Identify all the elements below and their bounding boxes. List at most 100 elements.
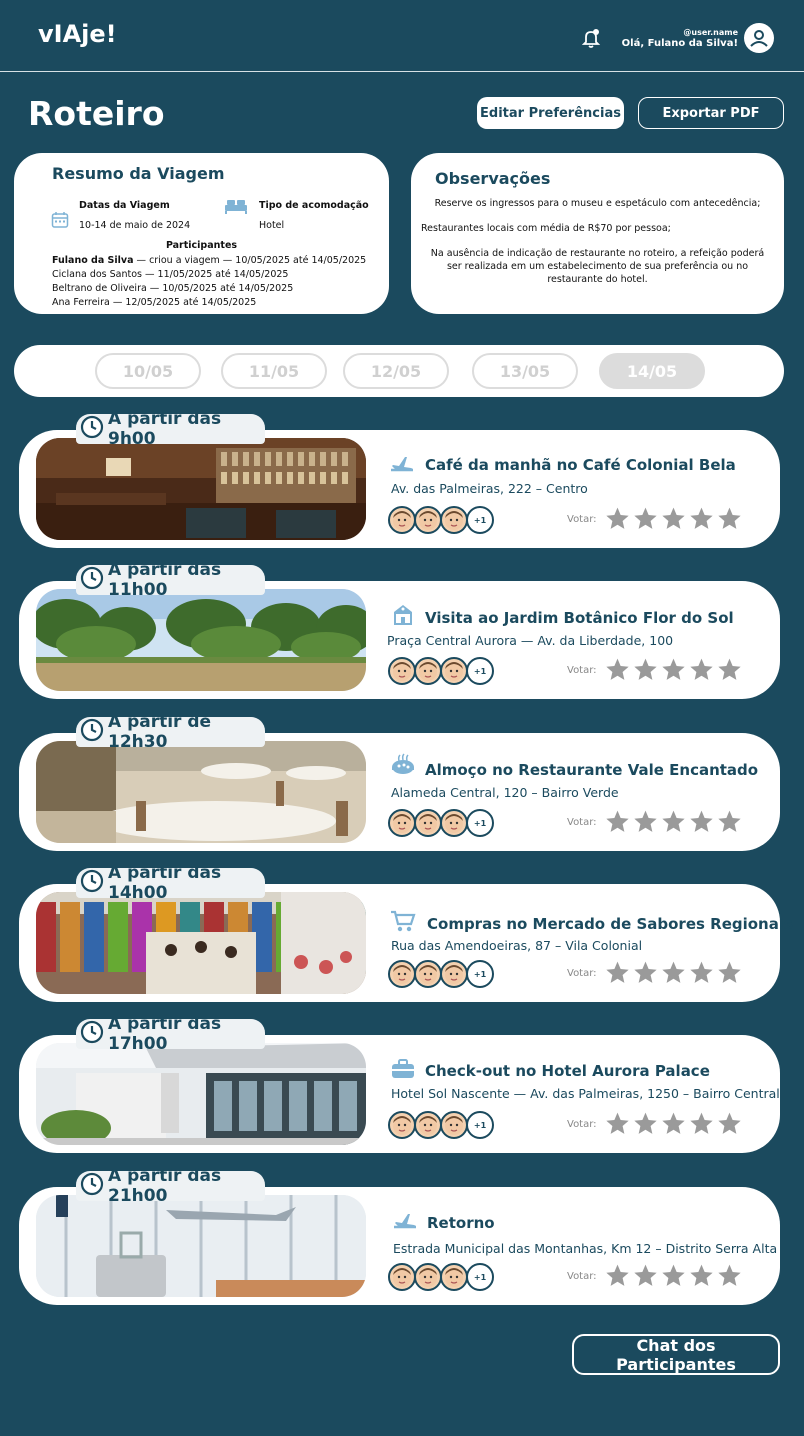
star-icon[interactable] (605, 809, 630, 838)
star-icon[interactable] (633, 809, 658, 838)
time-label: A partir das 14h00 (108, 863, 222, 903)
export-pdf-button[interactable]: Exportar PDF (638, 97, 784, 129)
cart-icon (390, 909, 416, 933)
vote-label: Votar: (567, 514, 597, 525)
chat-participants-button[interactable]: Chat dos Participantes (572, 1334, 780, 1375)
more-participants-badge: +1 (466, 657, 494, 685)
star-icon[interactable] (605, 657, 630, 686)
star-icon[interactable] (605, 1263, 630, 1292)
clock-icon (80, 566, 108, 595)
bed-icon (224, 198, 248, 218)
user-avatar-icon[interactable] (744, 23, 774, 53)
participants-avatars[interactable]: +1 (388, 1111, 494, 1139)
participant-avatar (388, 809, 416, 837)
star-icon[interactable] (717, 1263, 742, 1292)
participants-avatars[interactable]: +1 (388, 809, 494, 837)
participant-avatar (414, 1263, 442, 1291)
user-info: @user.name Olá, Fulano da Silva! (622, 28, 738, 50)
participant-avatar (388, 506, 416, 534)
greeting: Olá, Fulano da Silva! (621, 38, 738, 49)
star-icon[interactable] (605, 960, 630, 989)
restaurant-photo (36, 741, 366, 843)
participant-row: Ciclana dos Santos — 11/05/2025 até 14/0… (52, 269, 289, 280)
observation-note: Na ausência de indicação de restaurante … (430, 248, 765, 285)
participants-label: Participantes (165, 240, 238, 251)
star-icon[interactable] (661, 809, 686, 838)
participants-avatars[interactable]: +1 (388, 1263, 494, 1291)
date-tab[interactable]: 13/05 (472, 353, 578, 389)
clock-icon (80, 718, 108, 747)
rating-stars[interactable] (605, 1263, 742, 1292)
star-icon[interactable] (633, 1263, 658, 1292)
activity-address: Av. das Palmeiras, 222 – Centro (391, 481, 588, 496)
rating-stars[interactable] (605, 960, 742, 989)
time-label: A partir das 17h00 (108, 1014, 222, 1054)
calendar-icon (51, 211, 69, 233)
clock-icon (80, 869, 108, 898)
participants-avatars[interactable]: +1 (388, 506, 494, 534)
dates-value: 10-14 de maio de 2024 (79, 220, 191, 231)
cafe-photo (36, 438, 366, 540)
participants-avatars[interactable]: +1 (388, 657, 494, 685)
star-icon[interactable] (661, 506, 686, 535)
star-icon[interactable] (633, 657, 658, 686)
rating-stars[interactable] (605, 657, 742, 686)
rating-stars[interactable] (605, 1111, 742, 1140)
clock-icon (80, 1172, 108, 1201)
plane-icon (392, 1209, 418, 1233)
star-icon[interactable] (689, 809, 714, 838)
star-icon[interactable] (717, 809, 742, 838)
star-icon[interactable] (633, 506, 658, 535)
activity-title: Café da manhã no Café Colonial Bela (425, 456, 736, 474)
star-icon[interactable] (605, 506, 630, 535)
star-icon[interactable] (633, 960, 658, 989)
star-icon[interactable] (689, 1111, 714, 1140)
participant-avatar (440, 657, 468, 685)
username: @user.name (683, 28, 738, 37)
participants-avatars[interactable]: +1 (388, 960, 494, 988)
participant-avatar (388, 1263, 416, 1291)
rating-stars[interactable] (605, 506, 742, 535)
rating-stars[interactable] (605, 809, 742, 838)
time-badge: A partir das 9h00 (76, 409, 265, 449)
vote-label: Votar: (567, 1119, 597, 1130)
star-icon[interactable] (717, 506, 742, 535)
time-label: A partir das 11h00 (108, 560, 222, 600)
observation-note: Reserve os ingressos para o museu e espe… (434, 198, 761, 209)
participant-row: Ana Ferreira — 12/05/2025 até 14/05/2025 (52, 297, 257, 308)
star-icon[interactable] (717, 1111, 742, 1140)
star-icon[interactable] (661, 1111, 686, 1140)
activity-address: Alameda Central, 120 – Bairro Verde (391, 785, 619, 800)
participant-avatar (414, 1111, 442, 1139)
time-label: A partir de 12h30 (108, 712, 212, 752)
suitcase-icon (390, 1057, 416, 1081)
date-tab[interactable]: 11/05 (221, 353, 327, 389)
date-tab[interactable]: 12/05 (343, 353, 449, 389)
participant-avatar (440, 506, 468, 534)
star-icon[interactable] (661, 960, 686, 989)
star-icon[interactable] (689, 960, 714, 989)
more-participants-badge: +1 (466, 960, 494, 988)
more-participants-badge: +1 (466, 1111, 494, 1139)
star-icon[interactable] (661, 1263, 686, 1292)
accommodation-label: Tipo de acomodação (259, 200, 369, 211)
star-icon[interactable] (689, 1263, 714, 1292)
star-icon[interactable] (717, 960, 742, 989)
date-tab[interactable]: 10/05 (95, 353, 201, 389)
bell-icon[interactable] (580, 27, 602, 49)
participant-avatar (414, 506, 442, 534)
participant-avatar (388, 1111, 416, 1139)
star-icon[interactable] (717, 657, 742, 686)
app-logo[interactable]: vIAje! (38, 20, 117, 48)
star-icon[interactable] (661, 657, 686, 686)
star-icon[interactable] (633, 1111, 658, 1140)
date-tab-active[interactable]: 14/05 (599, 353, 705, 389)
accommodation-value: Hotel (259, 220, 285, 231)
participant-row: Beltrano de Oliveira — 10/05/2025 até 14… (52, 283, 294, 294)
star-icon[interactable] (689, 506, 714, 535)
time-label: A partir das 9h00 (108, 409, 222, 449)
star-icon[interactable] (605, 1111, 630, 1140)
star-icon[interactable] (689, 657, 714, 686)
edit-preferences-button[interactable]: Editar Preferências (477, 97, 624, 129)
time-badge: A partir das 21h00 (76, 1166, 265, 1206)
